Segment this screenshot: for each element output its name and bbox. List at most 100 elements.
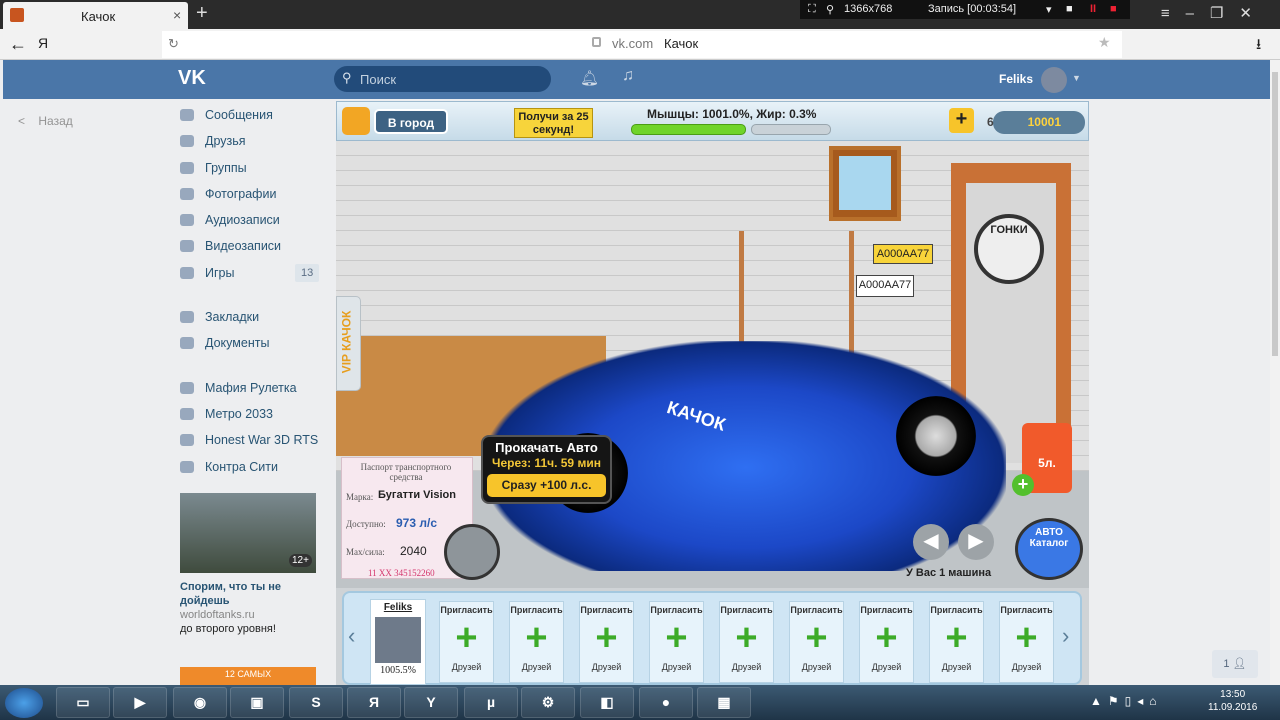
bell-icon[interactable]: 🔔︎ — [580, 69, 599, 87]
music-icon — [180, 214, 194, 227]
friends-prev-button[interactable]: ‹ — [348, 623, 355, 649]
my-slot[interactable]: Feliks 1005.5% — [370, 599, 426, 685]
gamepad-icon — [180, 266, 194, 279]
invite-slot[interactable]: Пригласить + Друзей — [999, 601, 1054, 683]
start-button[interactable] — [5, 688, 43, 718]
yandex-browser-taskbar-icon[interactable]: Y — [404, 687, 458, 718]
plus-icon: + — [1015, 617, 1038, 659]
zoom-icon[interactable]: ⚲ — [826, 3, 834, 16]
invite-slot[interactable]: Пригласить + Друзей — [789, 601, 844, 683]
user-name[interactable]: Feliks — [999, 72, 1033, 86]
friends-label: Друзей — [941, 662, 972, 672]
friends-bar: ‹ Feliks 1005.5% Пригласить + Друзей Пригл… — [342, 591, 1082, 685]
invite-slot[interactable]: Пригласить + Друзей — [929, 601, 984, 683]
skype-taskbar-icon[interactable]: S — [289, 687, 343, 718]
ad-site[interactable]: worldoftanks.ru — [180, 609, 316, 621]
game-frame[interactable]: В город Получи за 25 секунд! Мышцы: 1001… — [336, 101, 1089, 685]
download-icon[interactable]: ⭳ — [1256, 34, 1261, 59]
invite-slot[interactable]: Пригласить + Друзей — [439, 601, 494, 683]
sidebar-item-audio[interactable]: Аудиозаписи — [178, 208, 324, 234]
bookmark-star-icon[interactable]: ★ — [1098, 34, 1111, 51]
media-player-taskbar-icon[interactable]: ▶ — [113, 687, 167, 718]
dropdown-icon[interactable]: ▾ — [1046, 3, 1052, 16]
plus-icon: + — [525, 617, 548, 659]
prev-car-button[interactable]: ◀ — [913, 524, 949, 560]
new-tab-button[interactable]: + — [196, 2, 208, 25]
sidebar-item-messages[interactable]: Сообщения — [178, 103, 324, 129]
close-tab-button[interactable]: × — [173, 7, 181, 23]
friends-label: Друзей — [1011, 662, 1042, 672]
ad-image[interactable]: 12+ — [180, 493, 316, 573]
sidebar-item-games[interactable]: Игры 13 — [178, 261, 324, 287]
friends-next-button[interactable]: › — [1062, 623, 1069, 649]
sidebar-item-friends[interactable]: Друзья — [178, 129, 324, 155]
invite-slot[interactable]: Пригласить + Друзей — [859, 601, 914, 683]
music-note-icon[interactable]: ♫ — [622, 67, 634, 85]
window-controls[interactable]: ≡–❐✕ — [1161, 4, 1268, 22]
sidebar-item-photos[interactable]: Фотографии — [178, 182, 324, 208]
calculator-taskbar-icon[interactable]: ▦ — [697, 687, 751, 718]
vip-label: VIP КАЧОК — [339, 310, 354, 374]
vip-tab[interactable]: VIP КАЧОК — [336, 296, 361, 391]
settings-taskbar-icon[interactable]: ⚙ — [521, 687, 575, 718]
invite-slot[interactable]: Пригласить + Друзей — [719, 601, 774, 683]
invite-slot[interactable]: Пригласить + Друзей — [649, 601, 704, 683]
yandex-button[interactable]: Я — [38, 35, 48, 51]
camera-icon[interactable]: ■ — [1066, 3, 1073, 15]
passport-serial: 11 XX 345152260 — [368, 568, 435, 578]
promo-button[interactable]: Получи за 25 секунд! — [514, 108, 593, 138]
next-car-button[interactable]: ▶ — [958, 524, 994, 560]
reload-icon[interactable]: ↻ — [168, 36, 179, 52]
explorer-taskbar-icon[interactable]: ▭ — [56, 687, 110, 718]
yandex-taskbar-icon[interactable]: Я — [347, 687, 401, 718]
vk-logo[interactable]: VK — [178, 67, 206, 90]
sidebar-item-label: Сообщения — [205, 108, 273, 122]
ad-block[interactable]: 12+ Спорим, что ты не дойдешь worldoftan… — [180, 493, 316, 635]
chevron-down-icon[interactable]: ▼ — [1072, 73, 1081, 83]
hand-icon[interactable] — [342, 107, 370, 135]
browser-tab[interactable]: Качок × — [3, 2, 188, 29]
lock-icon — [592, 37, 601, 47]
sidebar-item-bookmarks[interactable]: Закладки — [178, 305, 324, 331]
city-button[interactable]: В город — [374, 109, 448, 134]
recorder-taskbar-icon[interactable]: ● — [639, 687, 693, 718]
invite-slot[interactable]: Пригласить + Друзей — [509, 601, 564, 683]
app-taskbar-icon[interactable]: ◧ — [580, 687, 634, 718]
avatar[interactable] — [1041, 67, 1067, 93]
wrench-icon[interactable] — [444, 524, 500, 580]
back-arrow-icon[interactable]: ← — [9, 34, 27, 55]
invite-slot[interactable]: Пригласить + Друзей — [579, 601, 634, 683]
chat-button[interactable]: 1 👤︎ — [1212, 650, 1258, 678]
chrome-taskbar-icon[interactable]: ◉ — [173, 687, 227, 718]
system-tray[interactable]: ▲⚑▯◂⌂ — [1090, 694, 1163, 708]
search-input[interactable]: ⚲ Поиск — [334, 66, 551, 92]
auto-catalog-button[interactable]: АВТО Каталог — [1015, 518, 1083, 580]
ad-title[interactable]: Спорим, что ты не дойдешь — [180, 580, 316, 608]
window-taskbar-icon[interactable]: ▣ — [230, 687, 284, 718]
races-button[interactable]: ГОНКИ — [974, 214, 1044, 284]
utorrent-taskbar-icon[interactable]: µ — [464, 687, 518, 718]
instant-upgrade-button[interactable]: Сразу +100 л.с. — [487, 474, 606, 497]
sidebar-item-app-mafia[interactable]: Мафия Рулетка — [178, 376, 324, 402]
scrollbar-thumb[interactable] — [1272, 72, 1278, 356]
pause-icon[interactable]: II — [1090, 3, 1096, 15]
page-scrollbar[interactable] — [1270, 60, 1280, 685]
clock[interactable]: 13:50 11.09.2016 — [1208, 688, 1257, 714]
plus-icon: + — [875, 617, 898, 659]
clock-date: 11.09.2016 — [1208, 702, 1258, 713]
fullscreen-icon[interactable]: ⛶ — [808, 3, 816, 16]
url-page-title: Качок — [664, 36, 699, 51]
my-name[interactable]: Feliks — [371, 602, 425, 613]
sidebar-item-app-metro[interactable]: Метро 2033 — [178, 402, 324, 428]
ad-banner[interactable]: 12 САМЫХ — [180, 667, 316, 685]
back-link[interactable]: < Назад — [18, 114, 73, 128]
stop-icon[interactable]: ■ — [1110, 3, 1117, 15]
add-fuel-button[interactable]: + — [1012, 474, 1034, 496]
sidebar-item-documents[interactable]: Документы — [178, 331, 324, 357]
sidebar-item-video[interactable]: Видеозаписи — [178, 234, 324, 260]
add-currency-button[interactable]: + — [949, 108, 974, 133]
sidebar-item-app-honest-war[interactable]: Honest War 3D RTS — [178, 428, 324, 454]
sidebar-item-groups[interactable]: Группы — [178, 156, 324, 182]
sidebar-item-app-contra[interactable]: Контра Сити — [178, 455, 324, 481]
